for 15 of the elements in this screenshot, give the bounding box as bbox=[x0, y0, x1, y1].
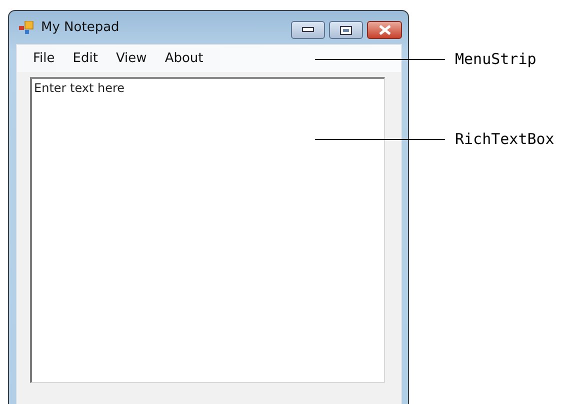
menu-item[interactable]: About bbox=[158, 49, 210, 68]
maximize-button[interactable] bbox=[329, 21, 363, 39]
minimize-icon bbox=[302, 27, 314, 33]
close-button[interactable] bbox=[367, 21, 402, 39]
app-icon bbox=[19, 20, 35, 34]
close-icon bbox=[378, 25, 390, 35]
annotation-label: RichTextBox bbox=[455, 130, 554, 148]
menu-item[interactable]: Edit bbox=[66, 49, 105, 68]
annotation-label: MenuStrip bbox=[455, 50, 536, 68]
window-title: My Notepad bbox=[41, 20, 120, 35]
text-editor[interactable]: Enter text here bbox=[30, 77, 385, 383]
menu-item[interactable]: View bbox=[108, 49, 154, 68]
menu-item[interactable]: File bbox=[26, 49, 62, 68]
minimize-button[interactable] bbox=[291, 21, 325, 39]
maximize-icon bbox=[340, 26, 352, 34]
